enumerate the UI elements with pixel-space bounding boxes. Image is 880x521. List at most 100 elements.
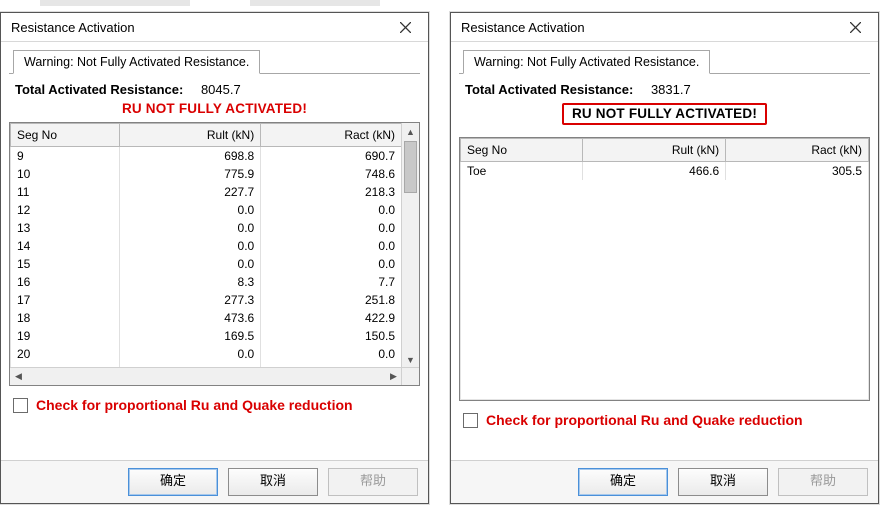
cell-rult: 466.6 — [583, 162, 726, 181]
cell-segno: 15 — [11, 255, 120, 273]
cell-rult: 277.3 — [120, 291, 261, 309]
cell-segno: 9 — [11, 147, 120, 166]
cell-rult: 0.0 — [120, 201, 261, 219]
cell-rult: 0.0 — [120, 255, 261, 273]
cell-segno: 10 — [11, 165, 120, 183]
total-activated-row: Total Activated Resistance: 3831.7 — [465, 82, 866, 97]
cell-segno: 18 — [11, 309, 120, 327]
cell-ract: 0.0 — [261, 255, 402, 273]
col-rult[interactable]: Rult (kN) — [583, 139, 726, 162]
cell-rult: 0.0 — [120, 345, 261, 363]
cell-rult: 473.6 — [120, 309, 261, 327]
table-row[interactable]: 17277.3251.8 — [11, 291, 402, 309]
resistance-activation-dialog-right: Resistance Activation Warning: Not Fully… — [450, 12, 879, 504]
cell-rult: 775.9 — [120, 165, 261, 183]
ru-warning-boxed: RU NOT FULLY ACTIVATED! — [562, 103, 767, 125]
scroll-down-icon[interactable]: ▼ — [402, 351, 419, 368]
cell-segno: 14 — [11, 237, 120, 255]
total-label: Total Activated Resistance: — [465, 82, 633, 97]
proportional-ru-label: Check for proportional Ru and Quake redu… — [486, 411, 803, 429]
table-row[interactable]: 130.00.0 — [11, 219, 402, 237]
table-row[interactable]: 140.00.0 — [11, 237, 402, 255]
cell-ract: 7.7 — [261, 273, 402, 291]
cell-ract: 218.3 — [261, 183, 402, 201]
cell-segno: 11 — [11, 183, 120, 201]
tab-warning[interactable]: Warning: Not Fully Activated Resistance. — [463, 50, 710, 74]
cell-segno: Toe — [461, 162, 583, 181]
col-ract[interactable]: Ract (kN) — [261, 124, 402, 147]
dialog-buttons: 确定 取消 帮助 — [1, 460, 428, 503]
help-button[interactable]: 帮助 — [328, 468, 418, 496]
tab-warning[interactable]: Warning: Not Fully Activated Resistance. — [13, 50, 260, 74]
table-row[interactable]: 19169.5150.5 — [11, 327, 402, 345]
cell-ract: 690.7 — [261, 147, 402, 166]
cell-segno: 13 — [11, 219, 120, 237]
help-button[interactable]: 帮助 — [778, 468, 868, 496]
tabstrip: Warning: Not Fully Activated Resistance. — [459, 48, 870, 74]
total-value: 3831.7 — [651, 82, 691, 97]
table-row[interactable]: 18473.6422.9 — [11, 309, 402, 327]
tabstrip: Warning: Not Fully Activated Resistance. — [9, 48, 420, 74]
cell-segno: 12 — [11, 201, 120, 219]
cell-ract: 0.0 — [261, 345, 402, 363]
total-value: 8045.7 — [201, 82, 241, 97]
proportional-ru-checkbox[interactable] — [463, 413, 478, 428]
data-table: Seg No Rult (kN) Ract (kN) Toe466.6305.5 — [459, 137, 870, 401]
cell-ract: 150.5 — [261, 327, 402, 345]
cell-rult: 227.7 — [120, 183, 261, 201]
scroll-right-icon[interactable]: ▶ — [385, 368, 402, 385]
col-segno[interactable]: Seg No — [11, 124, 120, 147]
ru-warning: RU NOT FULLY ACTIVATED! — [9, 101, 420, 116]
scroll-up-icon[interactable]: ▲ — [402, 123, 419, 140]
table-row[interactable]: 168.37.7 — [11, 273, 402, 291]
data-table: Seg No Rult (kN) Ract (kN) 9698.8690.710… — [9, 122, 420, 386]
cell-ract: 0.0 — [261, 219, 402, 237]
proportional-ru-label: Check for proportional Ru and Quake redu… — [36, 396, 353, 414]
dialog-buttons: 确定 取消 帮助 — [451, 460, 878, 503]
scroll-left-icon[interactable]: ◀ — [10, 368, 27, 385]
proportional-ru-checkbox[interactable] — [13, 398, 28, 413]
table-row[interactable]: 10775.9748.6 — [11, 165, 402, 183]
cell-rult: 0.0 — [120, 219, 261, 237]
titlebar: Resistance Activation — [451, 13, 878, 42]
total-label: Total Activated Resistance: — [15, 82, 183, 97]
cell-segno: 19 — [11, 327, 120, 345]
scroll-thumb[interactable] — [404, 141, 417, 193]
table-row[interactable]: 200.00.0 — [11, 345, 402, 363]
vertical-scrollbar[interactable]: ▲ ▼ — [401, 123, 419, 368]
cancel-button[interactable]: 取消 — [228, 468, 318, 496]
col-rult[interactable]: Rult (kN) — [120, 124, 261, 147]
resistance-activation-dialog-left: Resistance Activation Warning: Not Fully… — [0, 12, 429, 504]
cancel-button[interactable]: 取消 — [678, 468, 768, 496]
cell-segno: 17 — [11, 291, 120, 309]
cell-rult: 8.3 — [120, 273, 261, 291]
window-title: Resistance Activation — [11, 20, 135, 35]
ok-button[interactable]: 确定 — [578, 468, 668, 496]
total-activated-row: Total Activated Resistance: 8045.7 — [15, 82, 416, 97]
close-icon — [400, 22, 411, 33]
col-ract[interactable]: Ract (kN) — [726, 139, 869, 162]
cell-rult: 169.5 — [120, 327, 261, 345]
ok-button[interactable]: 确定 — [128, 468, 218, 496]
cell-rult: 0.0 — [120, 237, 261, 255]
cell-ract: 422.9 — [261, 309, 402, 327]
window-title: Resistance Activation — [461, 20, 585, 35]
close-button[interactable] — [836, 15, 874, 39]
table-row[interactable]: 150.00.0 — [11, 255, 402, 273]
close-button[interactable] — [386, 15, 424, 39]
cell-ract: 0.0 — [261, 201, 402, 219]
cell-rult: 698.8 — [120, 147, 261, 166]
cell-ract: 748.6 — [261, 165, 402, 183]
close-icon — [850, 22, 861, 33]
table-row[interactable]: 120.00.0 — [11, 201, 402, 219]
table-row[interactable]: Toe466.6305.5 — [461, 162, 869, 181]
cell-segno: 20 — [11, 345, 120, 363]
cell-ract: 305.5 — [726, 162, 869, 181]
cell-segno: 16 — [11, 273, 120, 291]
table-row[interactable]: 9698.8690.7 — [11, 147, 402, 166]
table-row[interactable]: 11227.7218.3 — [11, 183, 402, 201]
cell-ract: 251.8 — [261, 291, 402, 309]
col-segno[interactable]: Seg No — [461, 139, 583, 162]
titlebar: Resistance Activation — [1, 13, 428, 42]
horizontal-scrollbar[interactable]: ◀ ▶ — [10, 367, 402, 385]
